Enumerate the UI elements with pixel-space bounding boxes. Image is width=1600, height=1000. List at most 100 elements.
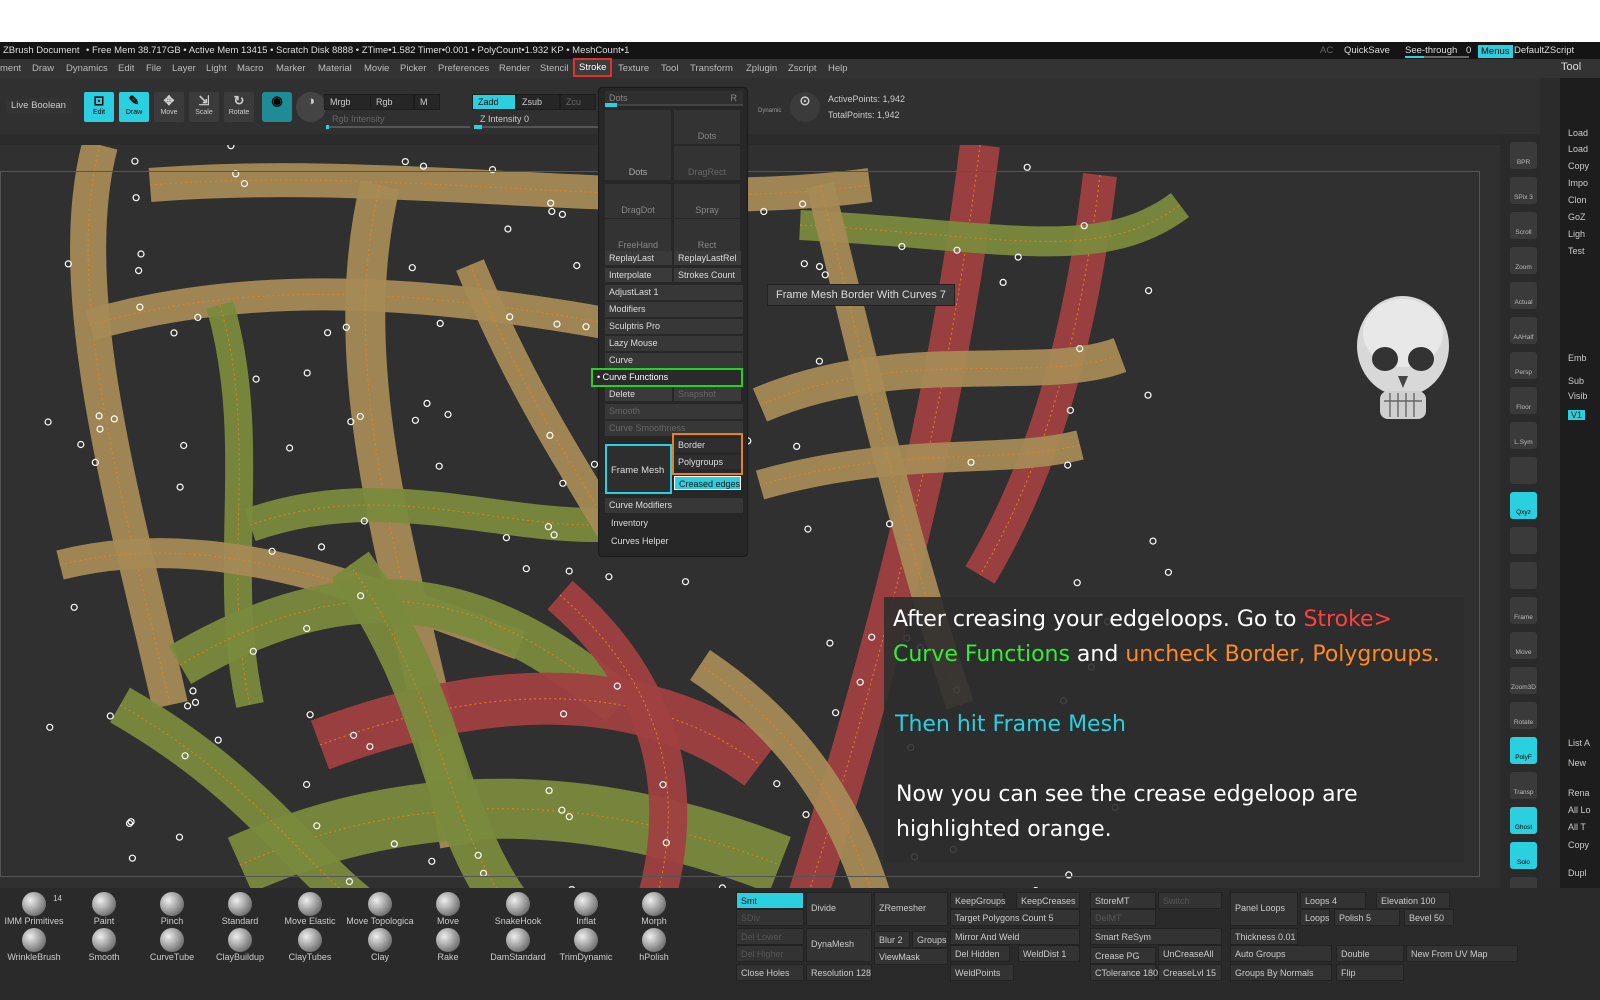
brush-row2-3[interactable]: ClayBuildup	[206, 928, 274, 962]
menu-material[interactable]: Material	[318, 63, 352, 74]
del-lower-button[interactable]: Del Lower	[736, 928, 804, 945]
right-tool-3[interactable]: Zoom	[1510, 247, 1537, 274]
brush-row2-4[interactable]: ClayTubes	[276, 928, 344, 962]
sdiv-slider[interactable]: SDiv	[736, 909, 804, 926]
switch-button[interactable]: Switch	[1158, 892, 1222, 909]
stroke-dots-large[interactable]: Dots	[605, 110, 671, 180]
smart-resym-button[interactable]: Smart ReSym	[1090, 928, 1222, 945]
menu-zscript[interactable]: Zscript	[788, 63, 817, 74]
keepgroups-toggle[interactable]: KeepGroups	[950, 892, 1006, 909]
menu-zplugin[interactable]: Zplugin	[746, 63, 777, 74]
curve-functions-section[interactable]: • Curve Functions	[591, 368, 743, 387]
right-tool-4[interactable]: Actual	[1510, 282, 1537, 309]
smooth-button[interactable]: Smooth	[605, 404, 743, 419]
divide-button[interactable]: Divide	[806, 892, 872, 926]
stroke-dots[interactable]: Dots	[674, 110, 740, 144]
inventory-section[interactable]: Inventory	[611, 518, 648, 528]
brush-row1-7[interactable]: SnakeHook	[484, 892, 552, 926]
crease-pg-button[interactable]: Crease PG	[1090, 947, 1156, 964]
zcut-button[interactable]: Zcu	[560, 94, 596, 110]
double-toggle[interactable]: Double	[1336, 945, 1404, 962]
right-tool-10[interactable]: Qxyz	[1510, 492, 1537, 519]
creased-edges-toggle[interactable]: Creased edges	[674, 476, 741, 490]
see-through-slider[interactable]: See-through 0	[1405, 45, 1471, 58]
move-button[interactable]: ✥ Move	[154, 92, 184, 122]
tool-palette-item-4[interactable]: Clon	[1568, 195, 1587, 205]
brush-row2-8[interactable]: TrimDynamic	[552, 928, 620, 962]
menu-movie[interactable]: Movie	[364, 63, 389, 74]
menu-stroke[interactable]: Stroke	[573, 58, 613, 77]
stroke-spray[interactable]: Spray	[674, 184, 740, 218]
del-hidden-button[interactable]: Del Hidden	[950, 945, 1010, 962]
rgb-button[interactable]: Rgb	[370, 94, 414, 110]
brush-row2-1[interactable]: Smooth	[70, 928, 138, 962]
curves-helper-section[interactable]: Curves Helper	[611, 536, 669, 546]
brush-row2-2[interactable]: CurveTube	[138, 928, 206, 962]
right-tool-15[interactable]: Zoom3D	[1510, 667, 1537, 694]
tool-palette-item-8[interactable]: Emb	[1568, 353, 1587, 363]
right-tool-13[interactable]: Frame	[1510, 597, 1537, 624]
tool-palette-item-10[interactable]: Visib	[1568, 391, 1587, 401]
lazy-mouse-section[interactable]: Lazy Mouse	[605, 336, 743, 351]
stroke-header-slider[interactable]	[605, 103, 743, 107]
menu-stencil[interactable]: Stencil	[540, 63, 569, 74]
delete-curve-button[interactable]: Delete	[605, 387, 672, 401]
frame-mesh-button[interactable]: Frame Mesh	[605, 444, 672, 494]
right-tool-9[interactable]	[1510, 457, 1537, 484]
quicksave-button[interactable]: QuickSave	[1344, 45, 1390, 56]
panel-loops-button[interactable]: Panel Loops	[1230, 892, 1298, 926]
brush-row1-9[interactable]: Morph	[620, 892, 688, 926]
del-higher-button[interactable]: Del Higher	[736, 945, 804, 962]
creaselvl-slider[interactable]: CreaseLvl 15	[1158, 964, 1222, 981]
brush-row1-1[interactable]: Paint	[70, 892, 138, 926]
rotate-button[interactable]: ↻ Rotate	[224, 92, 254, 122]
menu-preferences[interactable]: Preferences	[438, 63, 489, 74]
thickness-slider[interactable]: Thickness 0.01	[1230, 928, 1298, 945]
ctolerance-slider[interactable]: CTolerance 180	[1090, 964, 1158, 981]
menu-light[interactable]: Light	[206, 63, 227, 74]
curve-section[interactable]: Curve	[605, 353, 743, 368]
tool-palette-item-13[interactable]: New	[1568, 758, 1586, 768]
dynamesh-button[interactable]: DynaMesh	[806, 928, 872, 962]
stroke-rect[interactable]: Rect	[674, 219, 740, 253]
elevation-slider[interactable]: Elevation 100	[1376, 892, 1450, 909]
brush-row1-4[interactable]: Move Elastic	[276, 892, 344, 926]
replay-last-button[interactable]: ReplayLast	[605, 251, 672, 265]
tool-palette-item-11[interactable]: V1	[1568, 410, 1586, 420]
edit-button[interactable]: ⊡ Edit	[84, 92, 114, 122]
tool-palette-item-2[interactable]: Copy	[1568, 161, 1589, 171]
weldpoints-button[interactable]: WeldPoints	[950, 964, 1014, 981]
delmt-button[interactable]: DelMT	[1090, 909, 1156, 926]
menu-macro[interactable]: Macro	[237, 63, 263, 74]
welddist-slider[interactable]: WeldDist 1	[1018, 945, 1080, 962]
menu-picker[interactable]: Picker	[400, 63, 426, 74]
right-tool-8[interactable]: L.Sym	[1510, 422, 1537, 449]
brush-row2-5[interactable]: Clay	[346, 928, 414, 962]
loops-toggle[interactable]: Loops	[1300, 909, 1330, 926]
tool-palette-item-15[interactable]: All Lo	[1568, 805, 1591, 815]
adjust-last-slider[interactable]: AdjustLast 1	[605, 285, 743, 300]
menu-transform[interactable]: Transform	[690, 63, 733, 74]
menu-draw[interactable]: Draw	[32, 63, 54, 74]
brush-row1-2[interactable]: Pinch	[138, 892, 206, 926]
auto-groups-button[interactable]: Auto Groups	[1230, 945, 1332, 962]
brush-row2-0[interactable]: WrinkleBrush	[0, 928, 68, 962]
right-tool-11[interactable]	[1510, 527, 1537, 554]
menu-help[interactable]: Help	[828, 63, 848, 74]
blur-slider[interactable]: Blur 2	[874, 931, 910, 948]
brush-row2-7[interactable]: DamStandard	[484, 928, 552, 962]
right-tool-18[interactable]: Transp	[1510, 772, 1537, 799]
brush-row1-5[interactable]: Move Topologica	[346, 892, 414, 926]
tool-palette-item-6[interactable]: Ligh	[1568, 229, 1585, 239]
storemt-button[interactable]: StoreMT	[1090, 892, 1156, 909]
close-holes-button[interactable]: Close Holes	[736, 964, 804, 981]
target-polygons-slider[interactable]: Target Polygons Count 5	[950, 909, 1080, 926]
replay-last-rel-button[interactable]: ReplayLastRel	[674, 251, 741, 265]
tool-palette-item-9[interactable]: Sub	[1568, 376, 1584, 386]
right-tool-6[interactable]: Persp	[1510, 352, 1537, 379]
sculptris-pro-section[interactable]: Sculptris Pro	[605, 319, 743, 334]
rgb-intensity-slider[interactable]	[326, 125, 470, 129]
smt-toggle[interactable]: Smt	[736, 892, 804, 909]
tool-palette-item-18[interactable]: Dupl	[1568, 868, 1587, 878]
tool-palette-item-5[interactable]: GoZ	[1568, 212, 1586, 222]
